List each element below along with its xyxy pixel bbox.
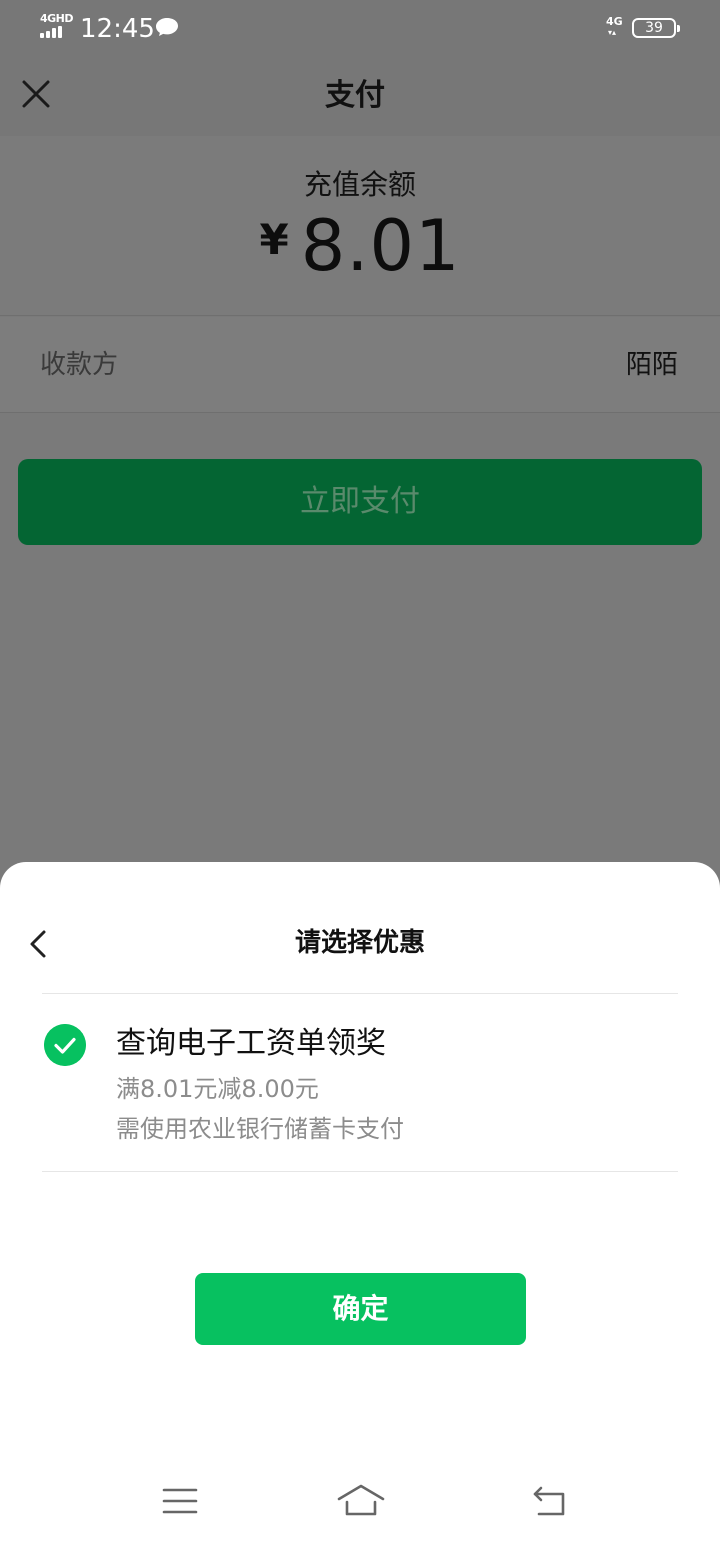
back-icon[interactable]: [530, 1484, 568, 1518]
home-icon[interactable]: [336, 1482, 386, 1520]
option-title: 查询电子工资单领奖: [116, 1026, 386, 1061]
amount-value: 8.01: [300, 205, 461, 287]
menu-icon[interactable]: [162, 1486, 198, 1516]
page-title: 支付: [325, 78, 385, 113]
nav-header: 支付: [0, 58, 720, 136]
network-type: 4GHD: [40, 12, 74, 25]
currency-symbol: ¥: [259, 215, 289, 264]
data-activity-icon: ▾▴: [608, 28, 617, 37]
checkmark-selected-icon[interactable]: [44, 1024, 86, 1066]
discount-option[interactable]: 查询电子工资单领奖 满8.01元减8.00元 需使用农业银行储蓄卡支付: [0, 994, 720, 1172]
pay-now-button[interactable]: 立即支付: [18, 459, 702, 545]
discount-sheet: 请选择优惠 查询电子工资单领奖 满8.01元减8.00元 需使用农业银行储蓄卡支…: [0, 862, 720, 1544]
clock: 12:45: [80, 14, 155, 44]
divider: [42, 1171, 678, 1172]
sheet-title: 请选择优惠: [294, 928, 425, 958]
system-nav-bar: [0, 1460, 720, 1544]
status-bar: 4GHD 12:45 4G ▾▴ 39: [0, 0, 720, 58]
amount-card: 充值余额 ¥8.01: [0, 136, 720, 316]
payee-value: 陌陌: [625, 350, 678, 380]
amount-label: 充值余额: [303, 168, 416, 201]
mobile-data-label: 4G: [606, 15, 623, 28]
message-notification-icon: [156, 18, 178, 36]
battery-icon: 39: [632, 18, 680, 38]
amount-display: ¥8.01: [0, 208, 720, 284]
payee-row: 收款方 陌陌: [0, 317, 720, 413]
payee-label: 收款方: [40, 350, 119, 380]
option-discount-rule: 满8.01元减8.00元: [116, 1075, 319, 1103]
signal-icon: [40, 26, 68, 38]
confirm-button[interactable]: 确定: [195, 1273, 526, 1345]
option-condition: 需使用农业银行储蓄卡支付: [116, 1115, 404, 1143]
